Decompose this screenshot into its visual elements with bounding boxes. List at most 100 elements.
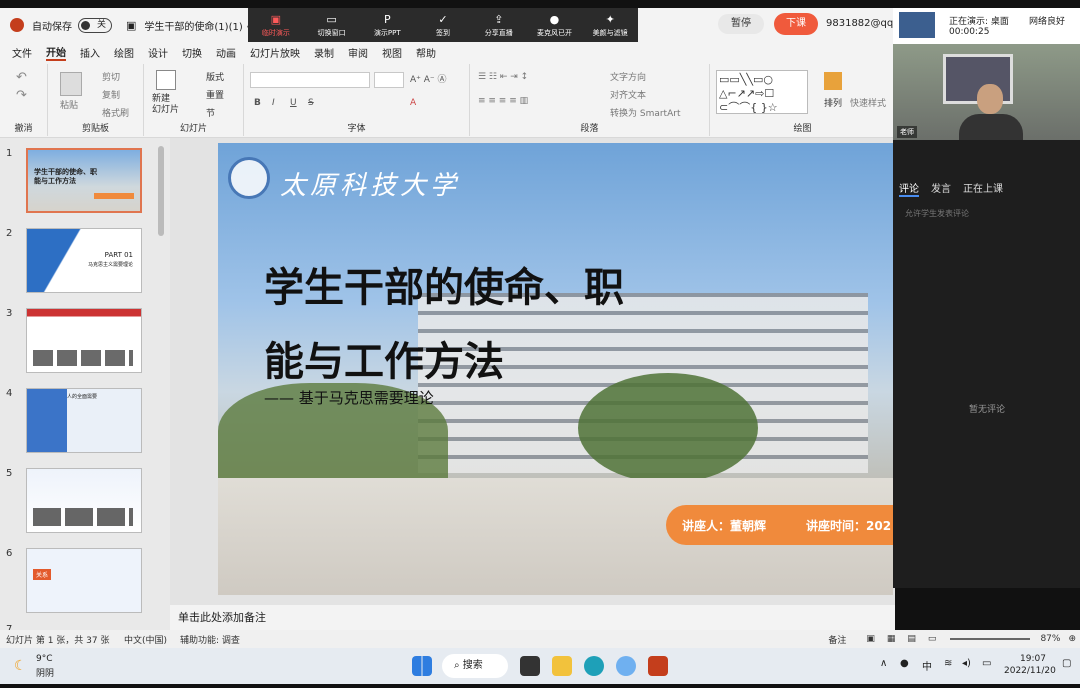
zoom-level[interactable]: 87%	[1040, 634, 1060, 644]
thumbnail-slide-5[interactable]	[26, 468, 142, 533]
file-explorer-icon[interactable]	[552, 656, 572, 676]
grow-font-icon[interactable]: A⁺ A⁻ Ⓐ	[410, 72, 447, 85]
meeting-item-ppt[interactable]: P 演示PPT	[359, 8, 415, 42]
thumbnail-slide-3[interactable]	[26, 308, 142, 373]
paste-icon[interactable]	[60, 72, 82, 96]
strikethrough-button[interactable]: S	[308, 98, 314, 108]
meeting-item-mic[interactable]: ● 麦克风已开	[527, 8, 583, 42]
menu-slideshow[interactable]: 幻灯片放映	[250, 45, 300, 60]
pause-button[interactable]: 暂停	[718, 14, 764, 34]
clock-time[interactable]: 19:07	[1020, 654, 1046, 664]
taskview-icon[interactable]	[520, 656, 540, 676]
weather-temp[interactable]: 9°C	[36, 654, 53, 664]
thumbnail-scrollbar[interactable]	[158, 146, 164, 236]
zoom-slider[interactable]	[950, 638, 1031, 640]
app-icon[interactable]	[616, 656, 636, 676]
menu-animations[interactable]: 动画	[216, 45, 236, 60]
menu-help[interactable]: 帮助	[416, 45, 436, 60]
ime-indicator[interactable]: 中	[922, 658, 932, 673]
tab-comments[interactable]: 评论	[899, 180, 919, 197]
new-slide-button[interactable]: 新建 幻灯片	[152, 94, 179, 116]
thumbnail-slide-1[interactable]: 学生干部的使命、职能与工作方法	[26, 148, 142, 213]
slide-subtitle: —— 基于马克思需要理论	[264, 389, 434, 407]
arrange-button[interactable]: 排列	[824, 96, 842, 109]
menu-draw[interactable]: 绘图	[114, 45, 134, 60]
powerpoint-taskbar-icon[interactable]	[648, 656, 668, 676]
taskbar-search[interactable]: ⌕ 搜索	[442, 654, 508, 678]
tray-overflow-icon[interactable]: ∧	[880, 658, 887, 669]
edge-icon[interactable]	[584, 656, 604, 676]
cut-button[interactable]: 剪切	[102, 70, 120, 83]
end-class-button[interactable]: 下课	[774, 13, 818, 35]
font-color-icon[interactable]: A	[410, 98, 416, 108]
reading-view-icon[interactable]: ▤	[907, 634, 916, 644]
empty-comments: 暂无评论	[969, 405, 1006, 415]
menu-insert[interactable]: 插入	[80, 45, 100, 60]
paste-button[interactable]: 粘贴	[60, 98, 78, 111]
menu-home[interactable]: 开始	[46, 44, 66, 61]
menu-transitions[interactable]: 切换	[182, 45, 202, 60]
volume-icon[interactable]: ◂)	[962, 658, 971, 669]
meeting-item-present[interactable]: ▣ 临时演示	[248, 8, 304, 42]
underline-button[interactable]: U	[290, 98, 297, 108]
sorter-view-icon[interactable]: ▦	[887, 634, 896, 644]
redo-icon[interactable]: ↷	[16, 88, 27, 103]
font-size-select[interactable]	[374, 72, 404, 88]
meeting-item-checkin[interactable]: ✓ 签到	[415, 8, 471, 42]
quick-styles-button[interactable]: 快速样式	[850, 96, 886, 109]
meeting-toolbar: ▣ 临时演示 ▭ 切换窗口 P 演示PPT ✓ 签到 ⇪ 分享直播 ● 麦克风已开 ✦ 美颜与…	[248, 8, 638, 42]
copy-button[interactable]: 复制	[102, 88, 120, 101]
slideshow-view-icon[interactable]: ▭	[928, 634, 937, 644]
align-text-button[interactable]: 对齐文本	[610, 88, 646, 101]
ribbon: ↶ ↷ 撤消 粘贴 剪切 复制 格式刷 剪贴板 新建 幻灯片 版式 重置 节 幻…	[0, 62, 895, 138]
allow-comment-toggle[interactable]: 允许学生发表评论	[905, 208, 969, 219]
menu-file[interactable]: 文件	[12, 45, 32, 60]
autosave-toggle[interactable]: 关	[78, 17, 112, 33]
language-indicator[interactable]: 中文(中国)	[124, 633, 180, 646]
font-family-select[interactable]	[250, 72, 370, 88]
italic-button[interactable]: I	[272, 98, 275, 108]
font-group: A⁺ A⁻ Ⓐ B I U S A 字体	[244, 64, 470, 136]
arrange-icon[interactable]	[824, 72, 842, 90]
clock-date[interactable]: 2022/11/20	[1004, 666, 1056, 676]
reset-button[interactable]: 重置	[206, 88, 224, 101]
layout-button[interactable]: 版式	[206, 70, 224, 83]
notification-icon[interactable]: ▢	[1062, 658, 1071, 669]
battery-icon[interactable]: ▭	[982, 658, 991, 669]
undo-icon[interactable]: ↶	[16, 70, 27, 85]
bullets-icon[interactable]: ☰ ☷ ⇤ ⇥ ↕	[478, 72, 528, 82]
menu-review[interactable]: 审阅	[348, 45, 368, 60]
text-direction-button[interactable]: 文字方向	[610, 70, 646, 83]
network-status: 网络良好	[1029, 17, 1066, 27]
new-slide-icon[interactable]	[156, 70, 176, 90]
wifi-icon[interactable]: ≋	[944, 658, 952, 669]
weather-icon[interactable]: ☾	[14, 658, 27, 674]
accessibility-status[interactable]: 辅助功能: 调查	[180, 633, 270, 646]
format-painter-button[interactable]: 格式刷	[102, 106, 129, 119]
notes-pane[interactable]: 单击此处添加备注	[170, 605, 895, 630]
current-slide[interactable]: 太原科技大学 学生干部的使命、职 能与工作方法 —— 基于马克思需要理论 讲座人…	[218, 143, 893, 595]
menu-record[interactable]: 录制	[314, 45, 334, 60]
microphone-icon[interactable]: ●	[900, 658, 909, 669]
tab-in-class[interactable]: 正在上课	[963, 180, 1003, 197]
fit-slide-icon[interactable]: ⊕	[1068, 634, 1076, 644]
smartart-button[interactable]: 转换为 SmartArt	[610, 106, 680, 119]
shapes-gallery[interactable]: ▭▭╲╲▭○ △⌐↗↗⇨☐ ⊂⌒⌒{ }☆	[716, 70, 808, 114]
meeting-item-beauty[interactable]: ✦ 美颜与滤镜	[582, 8, 638, 42]
start-icon[interactable]	[412, 656, 432, 676]
thumbnail-slide-4[interactable]: 人的全面需要	[26, 388, 142, 453]
meeting-item-switch-window[interactable]: ▭ 切换窗口	[304, 8, 360, 42]
save-icon[interactable]: ▣	[126, 19, 136, 32]
meeting-item-share[interactable]: ⇪ 分享直播	[471, 8, 527, 42]
normal-view-icon[interactable]: ▣	[866, 634, 875, 644]
thumbnail-slide-2[interactable]: PART 01 马克思主义需要理论	[26, 228, 142, 293]
menu-design[interactable]: 设计	[148, 45, 168, 60]
bold-button[interactable]: B	[254, 98, 261, 108]
tab-speak[interactable]: 发言	[931, 180, 951, 197]
menu-view[interactable]: 视图	[382, 45, 402, 60]
section-button[interactable]: 节	[206, 106, 215, 119]
align-icon[interactable]: ≡ ≡ ≡ ≡ ▥	[478, 96, 528, 106]
notes-button[interactable]: 备注	[828, 633, 846, 646]
thumbnail-slide-6[interactable]: 关系	[26, 548, 142, 613]
weather-desc[interactable]: 阴阴	[36, 666, 54, 679]
